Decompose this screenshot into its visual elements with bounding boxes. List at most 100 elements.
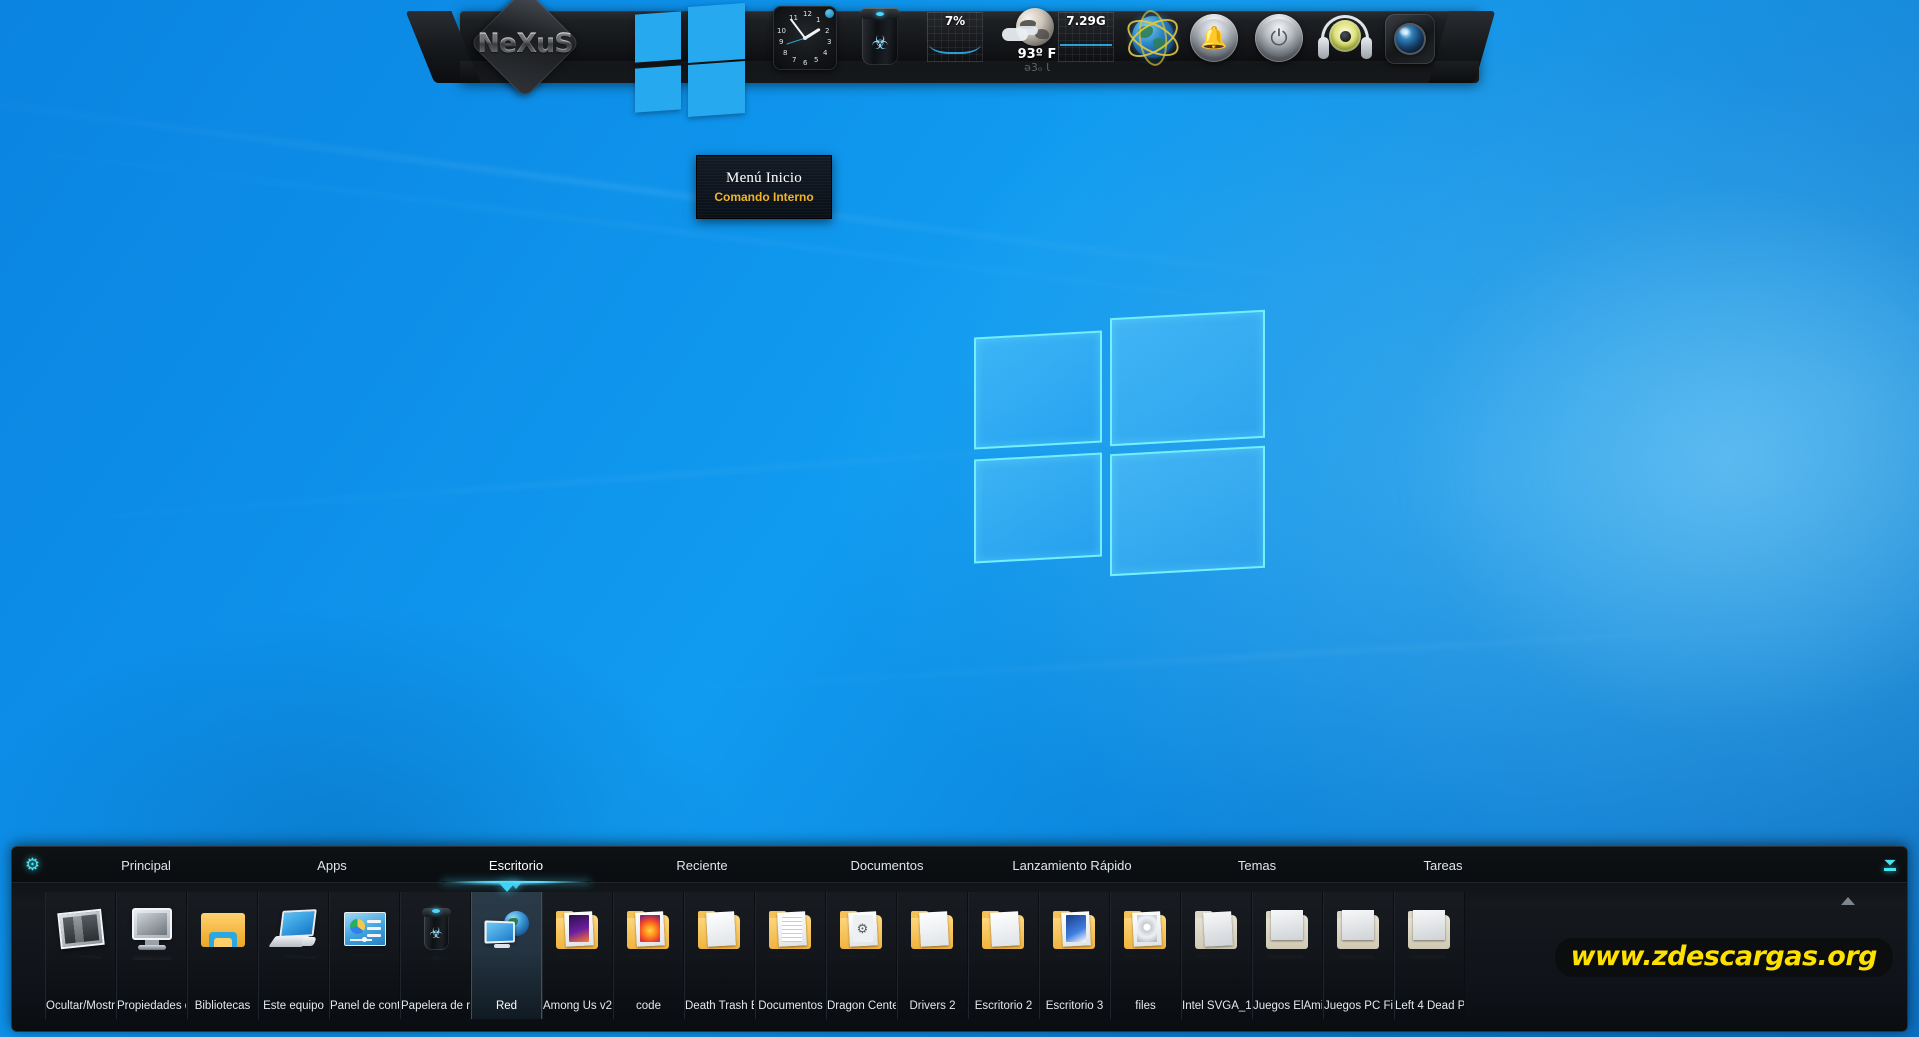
folder-gear-icon — [838, 954, 886, 963]
tab-label: Apps — [317, 857, 347, 873]
audio-widget[interactable] — [1318, 6, 1372, 65]
icon-reflection — [270, 954, 318, 976]
biohazard-trash-icon: ☣ — [860, 8, 900, 65]
taskbar-item-label: Among Us v20 — [543, 1000, 612, 1012]
icon-reflection — [1264, 954, 1312, 976]
start-menu-button[interactable] — [635, 1, 745, 119]
icon-reflection — [483, 954, 531, 976]
cpu-graph: 7% — [927, 12, 983, 62]
folder-firefox-icon — [625, 905, 673, 953]
wallpaper-streak — [0, 95, 1328, 284]
recycle-bin-widget[interactable]: ☣ — [860, 6, 900, 65]
taskbar-item-juegos-pc-fitg[interactable]: Juegos PC Fitg — [1323, 892, 1394, 1019]
monitor-icon — [128, 954, 176, 963]
power-widget[interactable]: ⏻ — [1255, 6, 1303, 62]
taskbar-item-documentos[interactable]: Documentos — [755, 892, 826, 1019]
taskbar-item-dragon-center[interactable]: Dragon Center — [826, 892, 897, 1019]
bell-icon: 🔔 — [1190, 14, 1238, 62]
folder-open-icon — [909, 905, 957, 953]
taskbar-item-left-4-dead-pt[interactable]: Left 4 Dead PT — [1394, 892, 1465, 1019]
folder-open-icon — [980, 954, 1028, 963]
taskbar-item-propiedades-d[interactable]: Propiedades d — [116, 892, 187, 1019]
icon-reflection — [341, 954, 389, 976]
network-widget[interactable] — [1121, 6, 1185, 68]
taskbar-item-escritorio-3[interactable]: Escritorio 3 — [1039, 892, 1110, 1019]
taskbar-item-label: Dragon Center — [827, 1000, 896, 1012]
taskbar-item-among-us-v20[interactable]: Among Us v20 — [542, 892, 613, 1019]
taskbar-item-este-equipo[interactable]: Este equipo — [258, 892, 329, 1019]
icon-reflection — [1122, 954, 1170, 976]
taskbar-item-code[interactable]: code — [613, 892, 684, 1019]
taskbar-item-label: Red — [495, 1000, 518, 1012]
icon-reflection — [1335, 954, 1383, 976]
taskbar-item-label: Intel SVGA_10. — [1182, 1000, 1251, 1012]
explorer-folder-icon — [199, 954, 247, 963]
headphones-icon — [1318, 13, 1372, 65]
icon-reflection — [767, 954, 815, 976]
recycle-bin-icon: ☣ — [412, 954, 460, 963]
taskbar-item-label: Juegos PC Fitg — [1324, 1000, 1393, 1012]
taskbar-item-ocultar-mostr[interactable]: Ocultar/Mostr — [45, 892, 116, 1019]
scroll-up-arrow[interactable] — [1841, 897, 1855, 905]
clock-widget[interactable]: 12 1 2 3 4 5 6 7 8 9 10 11 — [773, 6, 837, 70]
control-panel-icon — [341, 954, 389, 963]
camera-widget[interactable] — [1385, 6, 1435, 64]
taskbar-item-files[interactable]: files — [1110, 892, 1181, 1019]
tab-apps[interactable]: Apps — [252, 847, 412, 883]
tab-label: Escritorio — [488, 857, 544, 873]
icon-reflection — [1406, 954, 1454, 976]
taskbar-item-label: Left 4 Dead PT — [1395, 1000, 1464, 1012]
screenshot-icon — [56, 905, 105, 953]
tab-principal[interactable]: Principal — [66, 847, 226, 883]
folder-open-icon — [909, 954, 957, 963]
taskbar-item-bibliotecas[interactable]: Bibliotecas — [187, 892, 258, 1019]
taskbar-item-juegos-elamig[interactable]: Juegos ElAmig — [1252, 892, 1323, 1019]
folder-docs-icon — [767, 905, 815, 953]
nexus-brand-label: NeXuS — [466, 28, 584, 59]
tab-tareas[interactable]: Tareas — [1363, 847, 1523, 883]
folder-box-icon — [1264, 954, 1312, 963]
cpu-meter-widget[interactable]: 7% — [927, 6, 983, 62]
tooltip-title: Menú Inicio — [726, 170, 802, 186]
nexus-logo[interactable]: NeXuS — [466, 0, 584, 99]
network-globe-icon — [1121, 8, 1185, 68]
clock-settings-badge[interactable] — [825, 9, 834, 18]
folder-amongus-icon — [554, 954, 602, 963]
tab-temas[interactable]: Temas — [1177, 847, 1337, 883]
camera-icon — [1385, 14, 1435, 64]
taskbar-item-death-trash-ea[interactable]: Death Trash Ea — [684, 892, 755, 1019]
taskbar-item-label: Documentos — [758, 1000, 823, 1012]
taskbar-item-label: Este equipo — [263, 1000, 324, 1012]
taskbar-item-escritorio-2[interactable]: Escritorio 2 — [968, 892, 1039, 1019]
tab-lanzamiento-rpido[interactable]: Lanzamiento Rápido — [992, 847, 1152, 883]
memory-value-label: 7.29G — [1066, 14, 1106, 28]
taskbar-item-intel-svga-10[interactable]: Intel SVGA_10. — [1181, 892, 1252, 1019]
taskbar-item-label: Escritorio 2 — [974, 1000, 1033, 1012]
tab-reciente[interactable]: Reciente — [622, 847, 782, 883]
tab-escritorio[interactable]: Escritorio — [436, 847, 596, 889]
computer-icon — [270, 954, 318, 963]
memory-meter-widget[interactable]: 7.29G — [1058, 6, 1114, 62]
gear-icon[interactable]: ⚙ — [23, 855, 42, 874]
tooltip-popup: Menú Inicio Comando Interno — [696, 155, 832, 219]
collapse-icon[interactable] — [1882, 856, 1898, 874]
taskbar-item-label: Papelera de re — [401, 1000, 470, 1012]
screenshot-icon — [56, 954, 105, 963]
alerts-widget[interactable]: 🔔 — [1190, 6, 1238, 62]
folder-disc-icon — [1122, 905, 1170, 953]
folder-open-icon — [696, 954, 744, 963]
taskbar-item-label: Juegos ElAmig — [1253, 1000, 1322, 1012]
taskbar-item-red[interactable]: Red — [450, 880, 565, 1019]
tab-label: Principal — [121, 857, 171, 873]
tab-documentos[interactable]: Documentos — [807, 847, 967, 883]
tab-label: Reciente — [676, 857, 728, 873]
taskbar-item-papelera-de-re[interactable]: ☣☣ Papelera de re — [400, 892, 471, 1019]
taskbar-item-drivers-2[interactable]: Drivers 2 — [897, 892, 968, 1019]
tab-label: Temas — [1237, 857, 1277, 873]
folder-box-icon — [1335, 954, 1383, 963]
folder-box-icon — [1335, 905, 1383, 953]
tab-label: Tareas — [1423, 857, 1463, 873]
nexus-taskbar[interactable]: ⚙ Principal Apps Escritorio Reciente Documen… — [11, 846, 1908, 1032]
taskbar-item-panel-de-contr[interactable]: Panel de contr — [329, 892, 400, 1019]
site-watermark: www.zdescargas.org — [1554, 938, 1893, 977]
